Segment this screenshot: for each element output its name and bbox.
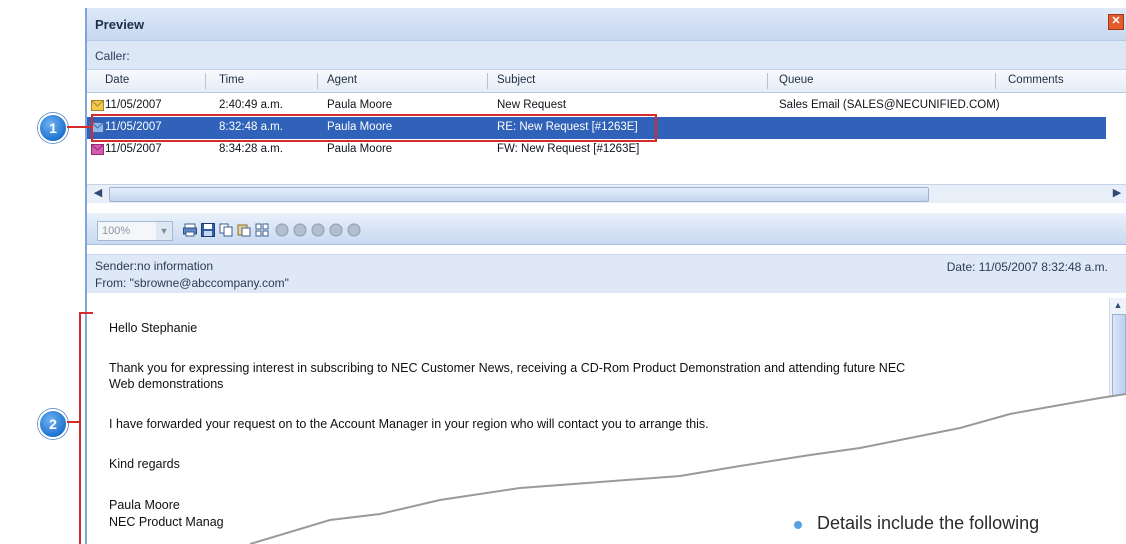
column-comments[interactable]: Comments: [1008, 74, 1064, 86]
date-text: Date: 11/05/2007 8:32:48 a.m.: [946, 260, 1108, 274]
caller-bar: Caller:: [87, 41, 1126, 70]
chevron-down-icon[interactable]: ▼: [156, 222, 172, 240]
row-agent: Paula Moore: [327, 143, 393, 155]
row-agent: Paula Moore: [327, 99, 393, 111]
callout-2-leader: [67, 421, 79, 423]
horizontal-scrollbar[interactable]: ◀ ▶: [87, 184, 1126, 203]
message-header: Sender:no information From: "sbrowne@abc…: [87, 254, 1126, 294]
from-text: From: "sbrowne@abccompany.com": [95, 276, 289, 290]
row-subject: FW: New Request [#1263E]: [497, 143, 640, 155]
message-body: Hello Stephanie Thank you for expressing…: [87, 293, 1126, 544]
copy-icon[interactable]: [219, 223, 233, 237]
preview-toolbar: 100% ▼: [87, 213, 1126, 245]
column-queue[interactable]: Queue: [779, 74, 814, 86]
selected-row-highlight: [91, 114, 657, 142]
caller-label: Caller:: [95, 49, 130, 63]
column-time[interactable]: Time: [219, 74, 244, 86]
message-line: Paula Moore: [109, 498, 180, 512]
sender-text: Sender:no information: [95, 259, 214, 273]
grid-icon[interactable]: [255, 223, 269, 237]
row-queue: Sales Email (SALES@NECUNIFIED.COM): [779, 99, 1000, 111]
message-line: Kind regards: [109, 457, 180, 471]
callout-2: 2: [38, 409, 68, 439]
message-line: Web demonstrations: [109, 377, 224, 391]
column-subject[interactable]: Subject: [497, 74, 535, 86]
forward-icon: [91, 144, 104, 155]
first-page-icon[interactable]: [275, 223, 289, 237]
scrollbar-thumb[interactable]: [109, 187, 929, 202]
close-button[interactable]: ✕: [1108, 14, 1124, 30]
title-bar: Preview ✕: [87, 8, 1126, 41]
message-body-bracket-top: [79, 312, 93, 314]
table-row[interactable]: 11/05/2007 8:34:28 a.m. Paula Moore FW: …: [87, 139, 1106, 161]
paste-icon[interactable]: [237, 223, 251, 237]
callout-1: 1: [38, 113, 68, 143]
bullet-icon: [794, 521, 802, 529]
column-date[interactable]: Date: [105, 74, 129, 86]
message-line: Thank you for expressing interest in sub…: [109, 361, 906, 375]
row-date: 11/05/2007: [105, 143, 162, 155]
email-icon: [91, 100, 104, 111]
scrollbar-thumb[interactable]: [1112, 314, 1126, 396]
message-line: Hello Stephanie: [109, 321, 198, 335]
bullet-text: Details include the following: [817, 513, 1040, 533]
message-line: I have forwarded your request on to the …: [109, 417, 709, 431]
column-agent[interactable]: Agent: [327, 74, 357, 86]
scroll-right-icon[interactable]: ▶: [1110, 187, 1124, 200]
message-line: NEC Product Manag: [109, 515, 224, 529]
zoom-select[interactable]: 100% ▼: [97, 221, 173, 241]
row-time: 2:40:49 a.m.: [219, 99, 283, 111]
scroll-left-icon[interactable]: ◀: [91, 187, 105, 200]
row-date: 11/05/2007: [105, 99, 162, 111]
save-icon[interactable]: [201, 223, 215, 237]
vertical-scrollbar[interactable]: ▲: [1109, 298, 1126, 408]
stop-icon[interactable]: [347, 223, 361, 237]
print-icon[interactable]: [183, 223, 197, 237]
window-title: Preview: [95, 17, 145, 32]
previous-page-icon[interactable]: [293, 223, 307, 237]
next-page-icon[interactable]: [311, 223, 325, 237]
zoom-value: 100%: [102, 225, 131, 237]
message-body-bracket: [79, 312, 81, 544]
callout-1-leader: [67, 126, 91, 128]
scroll-up-icon[interactable]: ▲: [1112, 299, 1124, 311]
preview-window: Preview ✕ Caller: Date Time Agent Subjec…: [85, 8, 1126, 544]
row-subject: New Request: [497, 99, 567, 111]
last-page-icon[interactable]: [329, 223, 343, 237]
column-header: Date Time Agent Subject Queue Comments: [87, 70, 1126, 93]
row-time: 8:34:28 a.m.: [219, 143, 283, 155]
